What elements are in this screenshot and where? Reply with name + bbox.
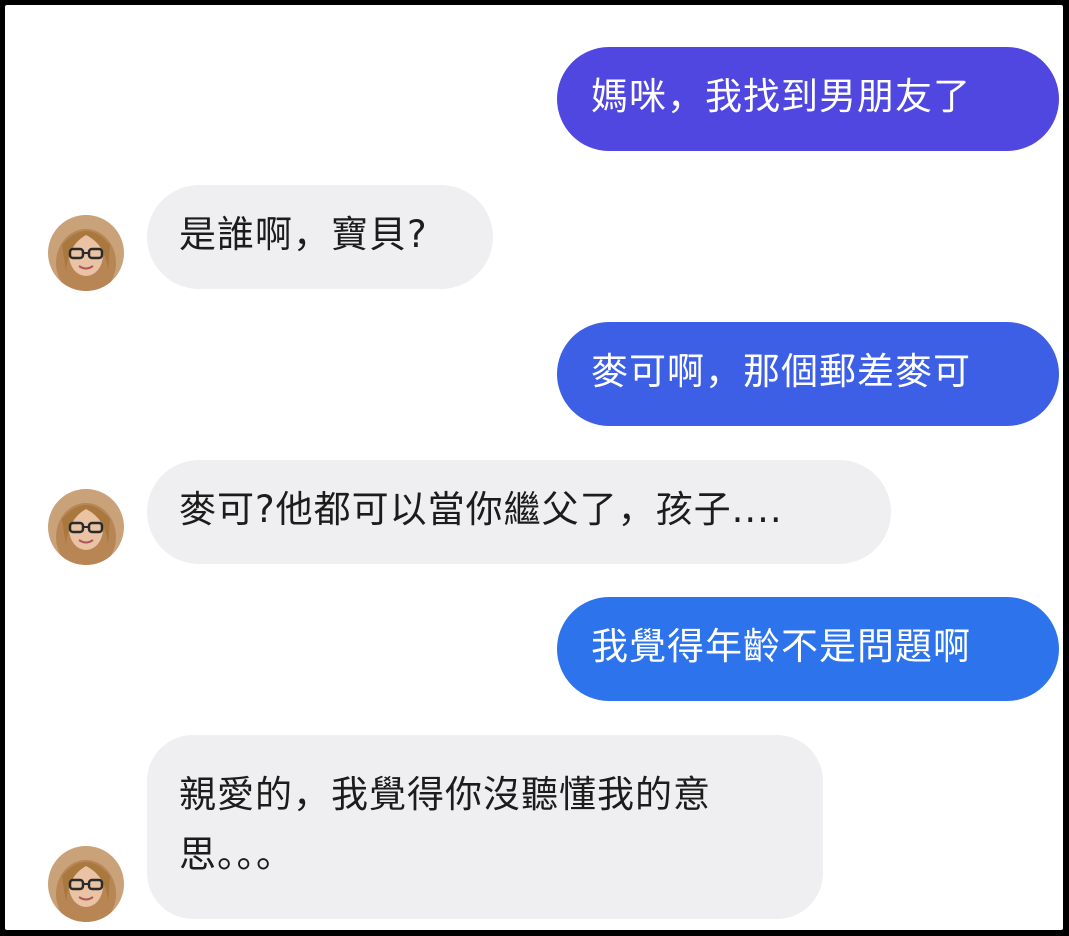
message-text-line-2: 思。。。 [179, 833, 294, 876]
message-text: 媽咪，我找到男朋友了 [591, 75, 971, 118]
contact-avatar-icon[interactable] [48, 215, 124, 291]
message-text: 麥可啊，那個郵差麥可 [591, 350, 971, 393]
message-text: 麥可?他都可以當你繼父了，孩子.... [179, 488, 783, 531]
message-text-line-1: 親愛的，我覺得你沒聽懂我的意 [179, 773, 711, 816]
sent-message-bubble[interactable]: 麥可啊，那個郵差麥可 [557, 322, 1059, 426]
message-text: 我覺得年齡不是問題啊 [591, 625, 971, 668]
sent-message-bubble[interactable]: 我覺得年齡不是問題啊 [557, 597, 1059, 701]
received-message-bubble[interactable]: 親愛的，我覺得你沒聽懂我的意 思。。。 [147, 735, 823, 919]
received-message-bubble[interactable]: 是誰啊，寶貝? [147, 185, 493, 289]
chat-window: 媽咪，我找到男朋友了 是誰啊，寶貝? 麥可啊，那個郵差麥可 麥可?他都可以當你繼… [5, 5, 1063, 930]
received-message-bubble[interactable]: 麥可?他都可以當你繼父了，孩子.... [147, 460, 891, 564]
message-text: 是誰啊，寶貝? [179, 213, 428, 256]
sent-message-bubble[interactable]: 媽咪，我找到男朋友了 [557, 47, 1059, 151]
contact-avatar-icon[interactable] [48, 846, 124, 922]
contact-avatar-icon[interactable] [48, 489, 124, 565]
